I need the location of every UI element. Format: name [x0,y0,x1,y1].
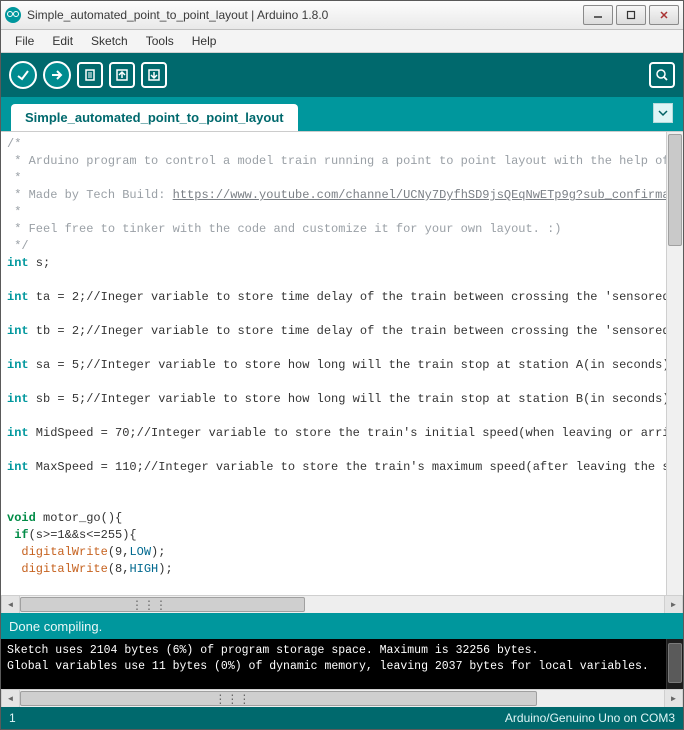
file-icon [83,68,97,82]
scrollbar-thumb[interactable] [668,643,682,683]
hscroll-track[interactable]: ⋮⋮⋮ [20,690,664,707]
scroll-right-button[interactable]: ► [664,596,683,613]
editor-vertical-scrollbar[interactable] [666,132,683,595]
chevron-down-icon [658,108,668,118]
arrow-down-icon [147,68,161,82]
tab-menu-button[interactable] [653,103,673,123]
save-sketch-button[interactable] [141,62,167,88]
arrow-right-icon [50,68,64,82]
upload-button[interactable] [43,61,71,89]
console-vertical-scrollbar[interactable] [666,639,683,689]
scroll-left-button[interactable]: ◄ [1,690,20,707]
arduino-logo-icon [5,7,21,23]
scrollbar-thumb[interactable] [668,134,682,246]
code-editor[interactable]: /* * Arduino program to control a model … [1,132,683,595]
code-content[interactable]: /* * Arduino program to control a model … [1,132,667,595]
compile-status-text: Done compiling. [9,619,102,634]
window-title: Simple_automated_point_to_point_layout |… [27,8,577,22]
line-number: 1 [9,711,16,725]
compile-status-bar: Done compiling. [1,613,683,639]
menu-edit[interactable]: Edit [44,32,81,50]
arrow-up-icon [115,68,129,82]
close-button[interactable] [649,5,679,25]
serial-monitor-button[interactable] [649,62,675,88]
check-icon [16,68,30,82]
console-text: Sketch uses 2104 bytes (6%) of program s… [7,643,667,689]
new-sketch-button[interactable] [77,62,103,88]
editor-horizontal-scrollbar[interactable]: ◄ ⋮⋮⋮ ► [1,595,683,613]
menu-help[interactable]: Help [184,32,225,50]
tab-strip: Simple_automated_point_to_point_layout [1,97,683,131]
toolbar [1,53,683,97]
editor-area: /* * Arduino program to control a model … [1,131,683,613]
maximize-button[interactable] [616,5,646,25]
scroll-right-button[interactable]: ► [664,690,683,707]
board-port: Arduino/Genuino Uno on COM3 [505,711,675,725]
console-horizontal-scrollbar[interactable]: ◄ ⋮⋮⋮ ► [1,689,683,707]
status-bar: 1 Arduino/Genuino Uno on COM3 [1,707,683,729]
verify-button[interactable] [9,61,37,89]
scrollbar-thumb[interactable]: ⋮⋮⋮ [20,691,537,706]
window-controls [583,5,679,25]
tab-active[interactable]: Simple_automated_point_to_point_layout [11,104,298,131]
magnifier-icon [655,68,669,82]
open-sketch-button[interactable] [109,62,135,88]
hscroll-track[interactable]: ⋮⋮⋮ [20,596,664,613]
title-bar[interactable]: Simple_automated_point_to_point_layout |… [1,1,683,30]
menu-bar: File Edit Sketch Tools Help [1,30,683,53]
menu-tools[interactable]: Tools [138,32,182,50]
scroll-left-button[interactable]: ◄ [1,596,20,613]
menu-file[interactable]: File [7,32,42,50]
toolbar-left [9,61,167,89]
menu-sketch[interactable]: Sketch [83,32,136,50]
scrollbar-thumb[interactable]: ⋮⋮⋮ [20,597,305,612]
app-window: Simple_automated_point_to_point_layout |… [0,0,684,730]
minimize-button[interactable] [583,5,613,25]
output-console[interactable]: Sketch uses 2104 bytes (6%) of program s… [1,639,683,689]
